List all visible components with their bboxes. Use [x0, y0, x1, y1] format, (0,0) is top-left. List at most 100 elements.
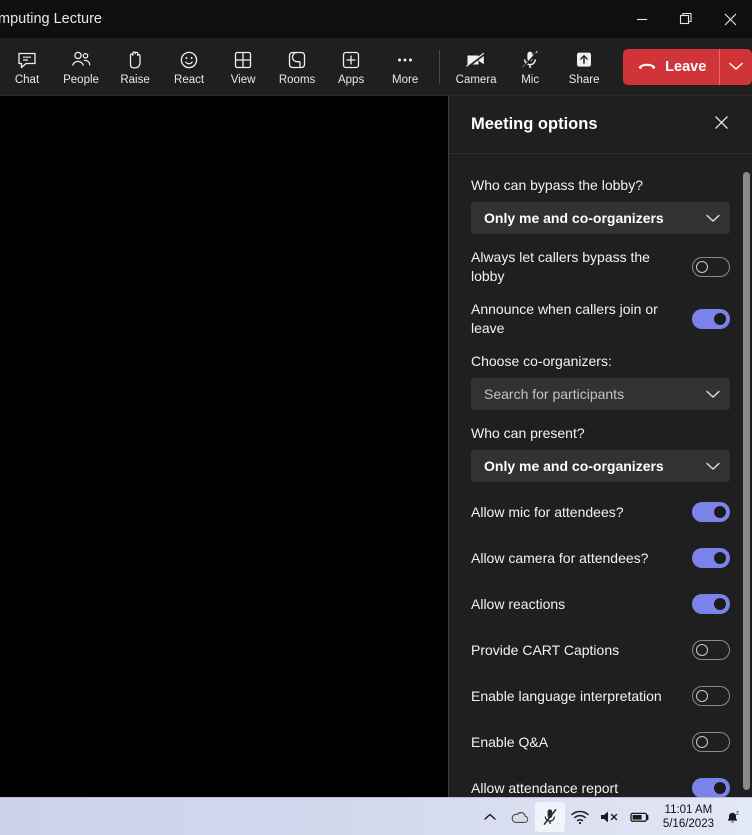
volume-muted-icon[interactable]	[595, 802, 625, 832]
toolbar-button-mic[interactable]: Mic	[503, 39, 557, 95]
react-smiley-icon	[178, 47, 200, 71]
meeting-toolbar: Chat People Raise React View Rooms Apps …	[0, 38, 752, 96]
toolbar-button-people[interactable]: People	[54, 39, 108, 95]
mic-off-icon	[519, 47, 541, 71]
clock-time: 11:01 AM	[664, 803, 713, 816]
taskbar-clock[interactable]: 11:01 AM 5/16/2023	[663, 803, 714, 831]
toggle-knob	[714, 506, 726, 518]
view-grid-icon	[232, 47, 254, 71]
notification-bell-quiet-icon[interactable]: z	[720, 802, 746, 832]
toggle-enable-language-interpretation[interactable]	[692, 686, 730, 706]
toolbar-button-react[interactable]: React	[162, 39, 216, 95]
option-allow-camera-for-attendees: Allow camera for attendees?	[471, 542, 730, 574]
restore-button[interactable]	[664, 0, 708, 38]
onedrive-cloud-icon[interactable]	[505, 802, 535, 832]
option-allow-reactions: Allow reactions	[471, 588, 730, 620]
toggle-knob	[714, 598, 726, 610]
breakout-rooms-icon	[286, 47, 308, 71]
label-choose-co-organizers: Choose co-organizers:	[471, 353, 612, 369]
window-titlebar: mputing Lecture	[0, 0, 752, 38]
label-always-let-callers-bypass-lobby: Always let callers bypass the lobby	[471, 249, 650, 284]
toolbar-label-apps: Apps	[337, 74, 365, 86]
share-screen-icon	[573, 47, 595, 71]
camera-off-icon	[464, 47, 488, 71]
option-enable-qa: Enable Q&A	[471, 726, 730, 758]
leave-button[interactable]: Leave	[623, 49, 719, 85]
toolbar-button-camera[interactable]: Camera	[449, 39, 503, 95]
chevron-down-icon	[729, 58, 743, 76]
show-hidden-icons-chevron-icon[interactable]	[475, 802, 505, 832]
meeting-options-header: Meeting options	[449, 96, 752, 154]
option-announce-when-callers-join-or-leave: Announce when callers join or leave	[471, 300, 730, 338]
minimize-button[interactable]	[620, 0, 664, 38]
battery-icon[interactable]	[625, 802, 655, 832]
toolbar-button-rooms[interactable]: Rooms	[270, 39, 324, 95]
panel-title: Meeting options	[471, 115, 598, 133]
toolbar-button-raise[interactable]: Raise	[108, 39, 162, 95]
leave-button-group: Leave	[623, 48, 752, 85]
window-controls	[620, 0, 752, 38]
toggle-enable-qa[interactable]	[692, 732, 730, 752]
toggle-provide-cart-captions[interactable]	[692, 640, 730, 660]
dropdown-value-choose-co-organizers: Search for participants	[484, 386, 625, 402]
leave-options-button[interactable]	[720, 49, 752, 85]
chevron-down-icon	[706, 390, 720, 399]
label-allow-reactions: Allow reactions	[471, 595, 566, 612]
dropdown-who-can-bypass-lobby[interactable]: Only me and co-organizers	[471, 202, 730, 234]
toolbar-label-raise: Raise	[120, 74, 150, 86]
label-who-can-present: Who can present?	[471, 425, 585, 441]
toggle-allow-camera-for-attendees[interactable]	[692, 548, 730, 568]
toggle-knob	[696, 644, 708, 656]
toggle-announce-when-callers-join-or-leave[interactable]	[692, 309, 730, 329]
chevron-down-icon	[706, 462, 720, 471]
label-allow-mic-for-attendees: Allow mic for attendees?	[471, 503, 624, 520]
meeting-stage	[0, 96, 448, 797]
apps-plus-icon	[340, 47, 362, 71]
meeting-options-list: Who can bypass the lobby? Only me and co…	[449, 154, 752, 797]
toolbar-label-camera: Camera	[455, 74, 497, 86]
option-allow-attendance-report: Allow attendance report	[471, 772, 730, 797]
raise-hand-icon	[124, 47, 146, 71]
label-enable-language-interpretation: Enable language interpretation	[471, 687, 662, 704]
toolbar-button-more[interactable]: More	[378, 39, 432, 95]
toggle-knob	[714, 782, 726, 794]
toggle-allow-reactions[interactable]	[692, 594, 730, 614]
toolbar-label-chat: Chat	[14, 74, 40, 86]
option-enable-language-interpretation: Enable language interpretation	[471, 680, 730, 712]
dropdown-value-who-can-bypass-lobby: Only me and co-organizers	[484, 210, 664, 226]
system-tray: 11:01 AM 5/16/2023 z	[475, 801, 746, 832]
windows-taskbar: 11:01 AM 5/16/2023 z	[0, 797, 752, 835]
option-allow-mic-for-attendees: Allow mic for attendees?	[471, 496, 730, 528]
label-allow-attendance-report: Allow attendance report	[471, 779, 619, 796]
more-ellipsis-icon	[394, 47, 416, 71]
close-button[interactable]	[708, 0, 752, 38]
window-title: mputing Lecture	[0, 11, 102, 27]
toolbar-button-view[interactable]: View	[216, 39, 270, 95]
toolbar-label-rooms: Rooms	[278, 74, 316, 86]
toggle-knob	[714, 313, 726, 325]
toggle-allow-mic-for-attendees[interactable]	[692, 502, 730, 522]
label-announce-when-callers-join-or-leave: Announce when callers join or leave	[471, 301, 658, 336]
toolbar-label-people: People	[63, 74, 99, 86]
toolbar-button-apps[interactable]: Apps	[324, 39, 378, 95]
chat-icon	[16, 47, 38, 71]
label-enable-qa: Enable Q&A	[471, 733, 549, 750]
toggle-always-let-callers-bypass-lobby[interactable]	[692, 257, 730, 277]
option-provide-cart-captions: Provide CART Captions	[471, 634, 730, 666]
toolbar-label-view: View	[230, 74, 256, 86]
toggle-allow-attendance-report[interactable]	[692, 778, 730, 797]
hangup-icon	[637, 59, 657, 75]
panel-scrollbar-thumb[interactable]	[743, 172, 750, 790]
panel-close-button[interactable]	[708, 112, 734, 138]
toolbar-button-share[interactable]: Share	[557, 39, 611, 95]
toggle-knob	[696, 690, 708, 702]
wifi-icon[interactable]	[565, 802, 595, 832]
dropdown-value-who-can-present: Only me and co-organizers	[484, 458, 664, 474]
panel-scrollbar[interactable]	[738, 96, 752, 797]
teams-meeting-window: mputing Lecture Chat People Raise React …	[0, 0, 752, 835]
dropdown-choose-co-organizers[interactable]: Search for participants	[471, 378, 730, 410]
close-icon	[714, 115, 729, 135]
toolbar-button-chat[interactable]: Chat	[0, 39, 54, 95]
dropdown-who-can-present[interactable]: Only me and co-organizers	[471, 450, 730, 482]
microphone-muted-icon[interactable]	[534, 801, 565, 832]
